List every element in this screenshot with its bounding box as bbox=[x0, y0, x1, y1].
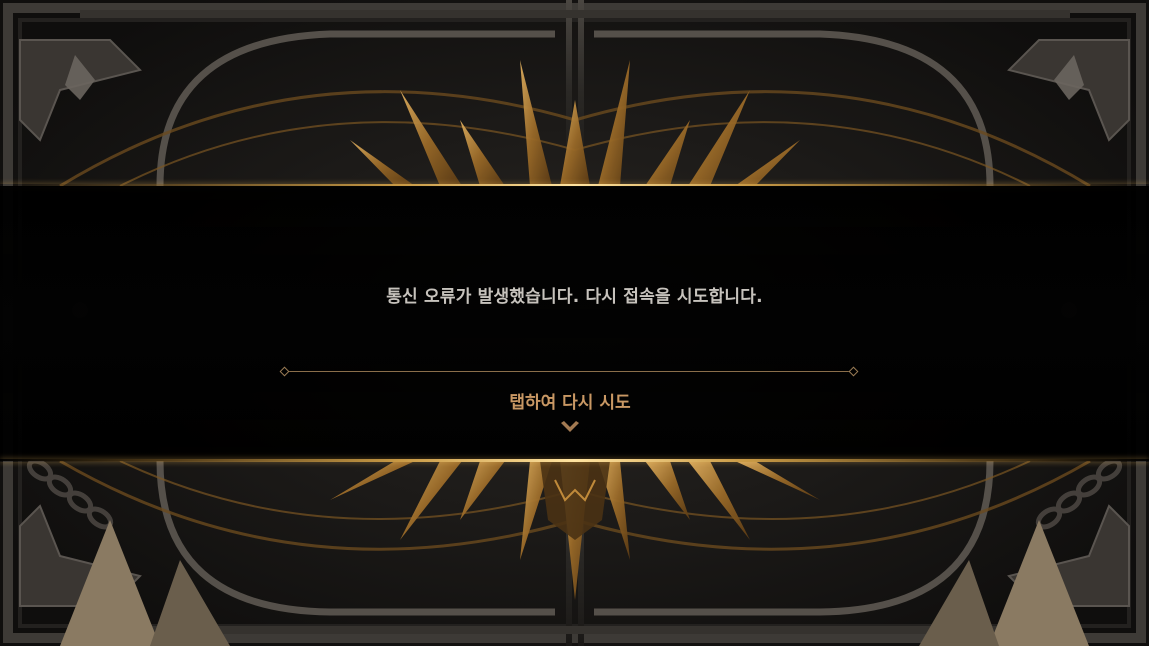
dialog-bottom-border bbox=[0, 459, 1149, 462]
chevron-down-icon bbox=[561, 421, 579, 432]
game-screen: 통신 오류가 발생했습니다. 다시 접속을 시도합니다. 탭하여 다시 시도 bbox=[0, 0, 1149, 646]
retry-label: 탭하여 다시 시도 bbox=[509, 393, 631, 413]
divider-line bbox=[284, 371, 854, 372]
tap-to-retry-button[interactable]: 탭하여 다시 시도 bbox=[470, 385, 670, 443]
error-message: 통신 오류가 발생했습니다. 다시 접속을 시도합니다. bbox=[386, 287, 763, 307]
